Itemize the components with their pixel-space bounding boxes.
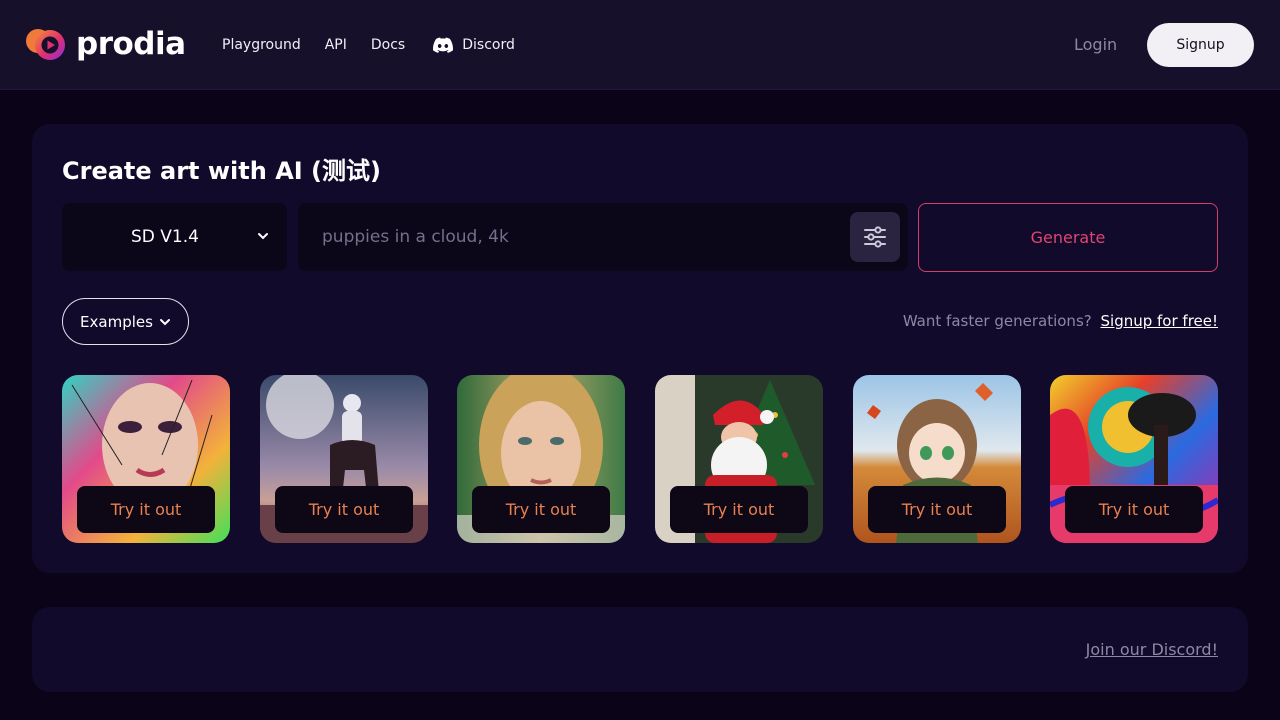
example-tile-astronaut-on-horse[interactable]: Try it out — [260, 375, 428, 543]
login-link[interactable]: Login — [1074, 34, 1117, 56]
try-it-out-button[interactable]: Try it out — [670, 486, 808, 533]
generate-button[interactable]: Generate — [918, 203, 1218, 272]
example-tile-santa-claus[interactable]: Try it out — [655, 375, 823, 543]
nav-discord-label: Discord — [462, 37, 515, 53]
signup-promo: Want faster generations? Signup for free… — [903, 311, 1218, 331]
try-it-out-button[interactable]: Try it out — [77, 486, 215, 533]
signup-free-link[interactable]: Signup for free! — [1101, 312, 1219, 330]
discord-icon — [433, 37, 454, 53]
brand-logo[interactable]: prodia — [24, 26, 186, 62]
promo-text: Want faster generations? — [902, 312, 1092, 330]
top-header: prodia Playground API Docs Discord Login… — [0, 0, 1280, 90]
chevron-down-icon — [159, 318, 170, 325]
try-it-out-button[interactable]: Try it out — [868, 486, 1006, 533]
prompt-input[interactable] — [298, 203, 838, 271]
brand-name: prodia — [76, 26, 186, 62]
example-tile-anime-girl-autumn[interactable]: Try it out — [853, 375, 1021, 543]
signup-button[interactable]: Signup — [1147, 23, 1254, 67]
example-gallery: Try it out Try it out Try it out Try it … — [62, 375, 1218, 543]
try-it-out-button[interactable]: Try it out — [472, 486, 610, 533]
main-nav: Playground API Docs Discord — [222, 35, 515, 55]
create-card: Create art with AI (测试) SD V1.4 puppies … — [32, 124, 1248, 573]
discord-card: Join our Discord! — [32, 607, 1248, 692]
try-it-out-button[interactable]: Try it out — [1065, 486, 1203, 533]
page-title: Create art with AI (测试) — [62, 157, 381, 185]
nav-docs[interactable]: Docs — [371, 35, 405, 55]
examples-dropdown[interactable]: Examples — [62, 298, 189, 345]
example-tile-psychedelic-tree[interactable]: Try it out — [1050, 375, 1218, 543]
nav-api[interactable]: API — [325, 35, 347, 55]
nav-playground[interactable]: Playground — [222, 35, 301, 55]
sliders-icon — [864, 226, 886, 248]
chevron-down-icon — [258, 233, 268, 240]
example-tile-woman-portrait[interactable]: Try it out — [457, 375, 625, 543]
prodia-logo-icon — [26, 29, 65, 60]
prompt-box — [298, 203, 908, 271]
nav-discord[interactable]: Discord — [433, 35, 515, 55]
join-discord-link[interactable]: Join our Discord! — [1086, 639, 1218, 661]
examples-label: Examples — [80, 312, 153, 331]
model-select[interactable]: SD V1.4 — [62, 203, 287, 271]
model-selected-value: SD V1.4 — [131, 227, 199, 247]
try-it-out-button[interactable]: Try it out — [275, 486, 413, 533]
settings-button[interactable] — [850, 212, 900, 262]
example-tile-colorful-portrait[interactable]: Try it out — [62, 375, 230, 543]
